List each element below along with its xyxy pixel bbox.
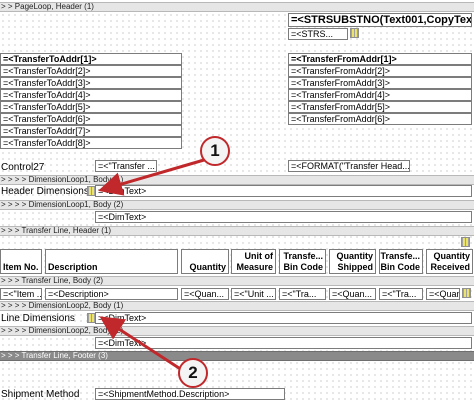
- callout-1-badge: 1: [200, 136, 230, 166]
- callout-1-arrow: [98, 158, 205, 196]
- callout-arrows: [98, 158, 205, 372]
- callout-2-badge: 2: [178, 358, 208, 388]
- callout-2-arrow: [99, 316, 183, 372]
